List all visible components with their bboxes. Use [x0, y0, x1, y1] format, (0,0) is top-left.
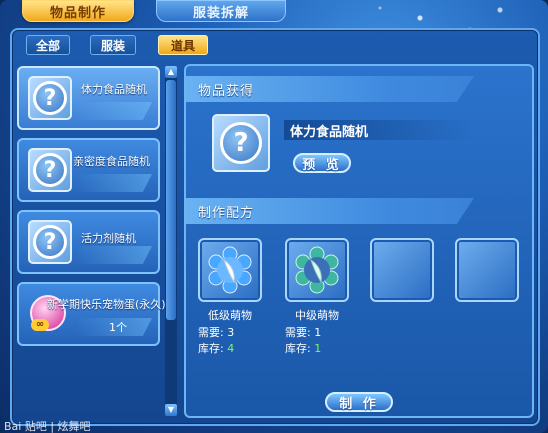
- question-mark-icon: ?: [28, 76, 72, 120]
- scroll-up-arrow-icon[interactable]: ▲: [165, 66, 177, 78]
- tab-outfit-disassembly[interactable]: 服装拆解: [156, 0, 286, 22]
- result-section-header: 物品获得: [186, 76, 474, 102]
- material-need: 需要: 1: [285, 326, 322, 339]
- green-flower-feather-icon: [295, 246, 339, 294]
- list-item-intimacy-food[interactable]: ? 亲密度食品随机: [17, 138, 160, 202]
- decorative-stripe: [76, 246, 152, 264]
- filter-props-button[interactable]: 道具: [158, 35, 208, 55]
- material-stock: 库存: 4: [198, 342, 235, 355]
- question-mark-icon: ?: [28, 220, 72, 264]
- question-mark-icon: ?: [28, 148, 72, 192]
- blue-flower-feather-icon: [208, 246, 252, 294]
- list-item-stamina-food[interactable]: ? 体力食品随机: [17, 66, 160, 130]
- list-item-label: 亲密度食品随机: [73, 155, 150, 168]
- filter-clothing-button[interactable]: 服装: [90, 35, 136, 55]
- material-slot-empty[interactable]: [370, 238, 434, 302]
- watermark: Bai 贴吧 | 炫舞吧: [4, 420, 91, 433]
- list-scrollbar[interactable]: ▲ ▼: [165, 66, 177, 416]
- list-item-label: 活力剂随机: [81, 232, 136, 245]
- material-stock: 库存: 1: [285, 342, 322, 355]
- material-slot-mid[interactable]: [285, 238, 349, 302]
- material-slot-low[interactable]: [198, 238, 262, 302]
- list-item-label: 体力食品随机: [81, 83, 147, 96]
- tab-item-crafting[interactable]: 物品制作: [22, 0, 134, 22]
- item-count: 1个: [109, 321, 127, 334]
- crafting-window: 物品制作 服装拆解 全部 服装 道具 ? 体力食品随机 ? 亲密度食品随机 ? …: [0, 0, 548, 433]
- question-mark-icon: ?: [212, 114, 270, 172]
- list-item-vitality-potion[interactable]: ? 活力剂随机: [17, 210, 160, 274]
- scroll-thumb[interactable]: [166, 80, 176, 320]
- list-item-pet-egg[interactable]: ∞ 新学期快乐宠物蛋(永久) 1个: [17, 282, 166, 346]
- recipe-list: ? 体力食品随机 ? 亲密度食品随机 ? 活力剂随机 ∞ 新学期快乐宠物蛋(永久…: [17, 66, 166, 416]
- material-need: 需要: 3: [198, 326, 235, 339]
- craft-button[interactable]: 制 作: [325, 392, 393, 412]
- infinite-badge: ∞: [31, 319, 49, 331]
- filter-all-button[interactable]: 全部: [26, 35, 70, 55]
- preview-button[interactable]: 预 览: [293, 153, 351, 173]
- material-name: 中级萌物: [295, 309, 339, 322]
- scroll-down-arrow-icon[interactable]: ▼: [165, 404, 177, 416]
- result-item-name: 体力食品随机: [290, 125, 369, 140]
- material-slot-empty[interactable]: [455, 238, 519, 302]
- list-item-label: 新学期快乐宠物蛋(永久): [47, 298, 166, 311]
- recipe-section-header: 制作配方: [186, 198, 474, 224]
- material-name: 低级萌物: [208, 309, 252, 322]
- decorative-stripe: [76, 174, 152, 192]
- decorative-stripe: [76, 102, 152, 120]
